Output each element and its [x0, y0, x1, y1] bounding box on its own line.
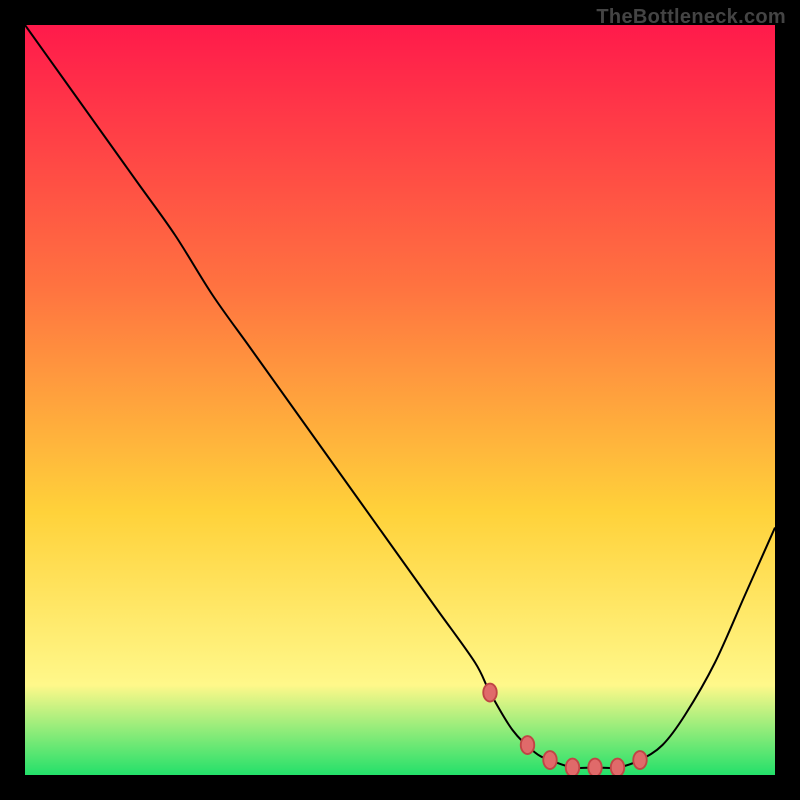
marker-dot: [483, 684, 496, 702]
marker-dot: [633, 751, 647, 769]
chart-stage: TheBottleneck.com: [0, 0, 800, 800]
marker-dot: [566, 759, 580, 776]
marker-dot: [611, 759, 625, 776]
marker-dot: [588, 759, 602, 776]
gradient-background: [25, 25, 775, 775]
plot-area: [25, 25, 775, 775]
watermark-text: TheBottleneck.com: [596, 6, 786, 29]
marker-dot: [521, 736, 535, 754]
marker-dot: [543, 751, 557, 769]
plot-svg: [25, 25, 775, 775]
